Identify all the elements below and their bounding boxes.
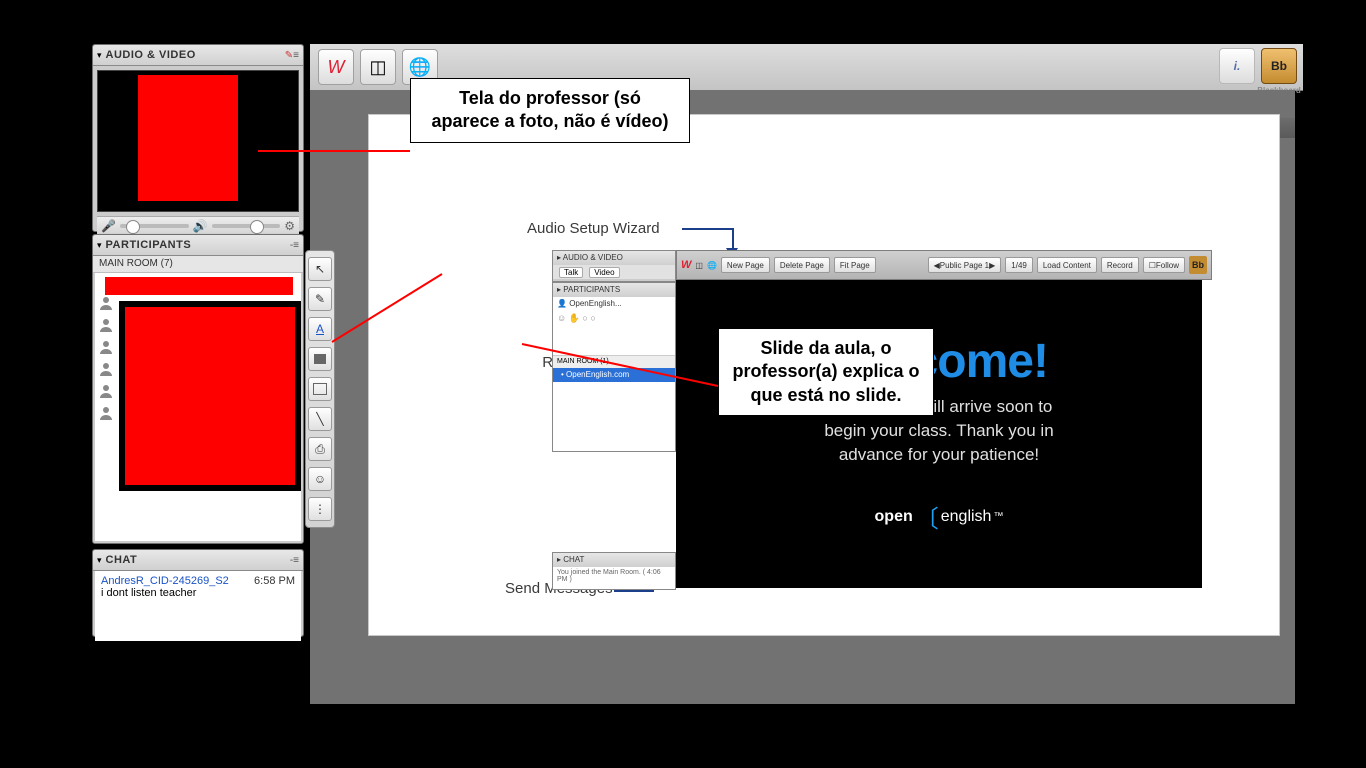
embedded-bb-icon[interactable]: Bb: [1189, 256, 1207, 274]
participants-titlebar[interactable]: ▾ PARTICIPANTS -≡: [93, 235, 303, 256]
info-button[interactable]: i.: [1219, 48, 1255, 84]
participants-panel: ▾ PARTICIPANTS -≡ MAIN ROOM (7): [92, 234, 304, 544]
text-tool-icon[interactable]: A: [308, 317, 332, 341]
panel-menu-icon[interactable]: -≡: [290, 555, 299, 566]
speaker-volume-slider[interactable]: [212, 224, 281, 228]
embedded-page-nav[interactable]: 1/49: [1005, 257, 1033, 273]
embedded-video-button[interactable]: Video: [589, 267, 619, 278]
audio-controls: 🎤 🔊 ⚙: [97, 216, 299, 235]
teacher-photo-redacted: [138, 75, 238, 201]
participants-list-redacted: [119, 301, 301, 491]
embedded-talk-button[interactable]: Talk: [559, 267, 583, 278]
slide-line: advance for your patience!: [839, 445, 1039, 465]
person-icon: [97, 317, 115, 333]
blackboard-logo-button[interactable]: Bb Blackboard: [1261, 48, 1297, 84]
chat-timestamp: 6:58 PM: [254, 575, 295, 587]
embedded-new-page[interactable]: New Page: [721, 257, 770, 273]
rect-tool-icon[interactable]: [308, 377, 332, 401]
slide-line: begin your class. Thank you in: [824, 421, 1053, 441]
callout-slide: Slide da aula, o professor(a) explica o …: [718, 328, 934, 416]
person-icon: [97, 383, 115, 399]
mic-volume-slider[interactable]: [120, 224, 189, 228]
chat-message-row: AndresR_CID-245269_S2 6:58 PM: [101, 575, 295, 587]
person-icon: [97, 295, 115, 311]
collapse-icon[interactable]: ▾: [97, 50, 102, 61]
room-header: MAIN ROOM (7): [93, 256, 303, 273]
guide-line: [614, 590, 654, 592]
chat-message-text: i dont listen teacher: [101, 587, 295, 599]
bb-label: Bb: [1271, 59, 1287, 73]
embedded-welcome-slide: Welcome! The teacher will arrive soon to…: [676, 280, 1202, 588]
participants-body: [95, 273, 301, 541]
callout-teacher-screen: Tela do professor (só aparece a foto, nã…: [410, 78, 690, 143]
embedded-participant: 👤 OpenEnglish...: [553, 297, 675, 311]
embedded-delete-page[interactable]: Delete Page: [774, 257, 830, 273]
embedded-record[interactable]: Record: [1101, 257, 1139, 273]
chat-titlebar[interactable]: ▾ CHAT -≡: [93, 550, 303, 571]
panel-menu-icon[interactable]: ≡: [293, 50, 299, 61]
filled-rect-tool-icon[interactable]: [308, 347, 332, 371]
embedded-load-content[interactable]: Load Content: [1037, 257, 1097, 273]
video-viewport: [97, 70, 299, 212]
chat-author: AndresR_CID-245269_S2: [101, 575, 229, 587]
embedded-screenshot: ▸ AUDIO & VIDEO Talk Video ▸ PARTICIPANT…: [552, 250, 1202, 588]
participant-icons-column: [97, 295, 115, 421]
collapse-icon[interactable]: ▾: [97, 555, 102, 566]
pointer-tool-icon[interactable]: ↖: [308, 257, 332, 281]
guide-line: [682, 228, 732, 230]
annotation-line: [522, 344, 722, 404]
panel-menu-icon[interactable]: -≡: [290, 240, 299, 251]
line-tool-icon[interactable]: ╲: [308, 407, 332, 431]
embedded-chat-line: You joined the Main Room. ( 4:06 PM ): [553, 567, 675, 585]
embedded-audio-video-panel: ▸ AUDIO & VIDEO Talk Video: [552, 250, 676, 282]
guide-line: [732, 228, 734, 250]
annotation-line: [332, 274, 452, 344]
annotation-line: [258, 150, 410, 152]
embedded-top-toolbar: W ◫🌐 New Page Delete Page Fit Page ◀ Pub…: [676, 250, 1212, 280]
pencil-tool-icon[interactable]: ✎: [308, 287, 332, 311]
gear-icon[interactable]: ⚙: [284, 219, 295, 233]
panel-title: AUDIO & VIDEO: [106, 49, 285, 61]
share-tool-icon[interactable]: ◫: [360, 49, 396, 85]
collapse-icon[interactable]: ▾: [97, 240, 102, 251]
whiteboard-tool-strip: ↖ ✎ A ╲ ⎙ ☺ ⋮: [305, 250, 335, 528]
more-tool-icon[interactable]: ⋮: [308, 497, 332, 521]
embedded-follow[interactable]: ☐ Follow: [1143, 257, 1185, 273]
audio-video-panel: ▾ AUDIO & VIDEO ✎ ≡ 🎤 🔊 ⚙: [92, 44, 304, 232]
participant-row-redacted: [105, 277, 293, 295]
audio-video-titlebar[interactable]: ▾ AUDIO & VIDEO ✎ ≡: [93, 45, 303, 66]
panel-title: PARTICIPANTS: [106, 239, 290, 251]
screenshot-tool-icon[interactable]: ⎙: [308, 437, 332, 461]
embedded-chat-panel: ▸ CHAT You joined the Main Room. ( 4:06 …: [552, 552, 676, 590]
embedded-fit-page[interactable]: Fit Page: [834, 257, 876, 273]
panel-menu-icon[interactable]: ✎: [285, 50, 293, 61]
label-audio-setup: Audio Setup Wizard: [527, 220, 660, 237]
whiteboard-tool-icon[interactable]: W: [318, 49, 354, 85]
panel-title: CHAT: [106, 554, 290, 566]
chat-panel: ▾ CHAT -≡ AndresR_CID-245269_S2 6:58 PM …: [92, 549, 304, 637]
person-icon: [97, 405, 115, 421]
mic-icon[interactable]: 🎤: [101, 219, 116, 233]
chat-body: AndresR_CID-245269_S2 6:58 PM i dont lis…: [95, 571, 301, 641]
open-english-logo: open〔english™: [875, 499, 1004, 534]
speaker-icon[interactable]: 🔊: [193, 219, 208, 233]
person-icon: [97, 361, 115, 377]
embedded-public-page[interactable]: ◀ Public Page 1 ▶: [928, 257, 1002, 273]
clipart-tool-icon[interactable]: ☺: [308, 467, 332, 491]
person-icon: [97, 339, 115, 355]
